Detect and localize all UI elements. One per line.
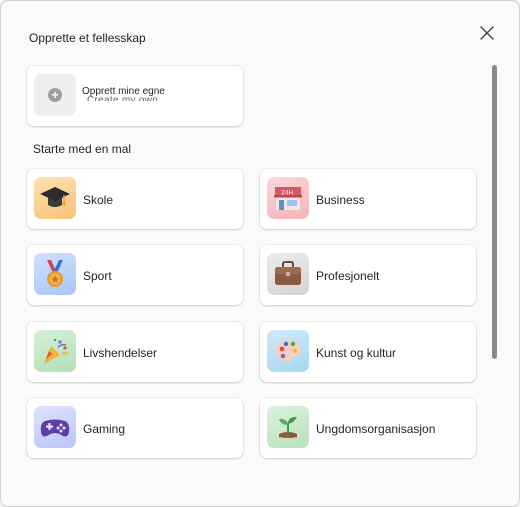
create-own-icon-tile: + — [34, 74, 76, 116]
template-card-youth-org[interactable]: Ungdomsorganisasjon — [260, 398, 476, 458]
template-icon-tile — [34, 253, 76, 295]
scrollbar-thumb[interactable] — [492, 65, 497, 359]
template-card-gaming[interactable]: Gaming — [27, 398, 243, 458]
palette-icon — [275, 339, 301, 363]
template-icon-tile — [267, 253, 309, 295]
template-icon-tile: 24H — [267, 177, 309, 219]
template-label: Profesjonelt — [316, 269, 380, 283]
graduation-cap-icon — [40, 187, 70, 207]
close-icon — [480, 26, 494, 40]
template-icon-tile — [267, 406, 309, 448]
dialog-title: Opprette et fellesskap — [29, 31, 146, 45]
storefront-icon: 24H — [274, 187, 302, 210]
template-label: Kunst og kultur — [316, 346, 397, 360]
templates-section-label: Starte med en mal — [33, 142, 132, 156]
template-label: Livshendelser — [83, 346, 158, 360]
create-own-label: Opprett mine egne — [82, 86, 165, 97]
template-icon-tile — [34, 177, 76, 219]
template-label: Business — [316, 193, 365, 207]
party-popper-icon — [44, 338, 69, 364]
template-label: Ungdomsorganisasjon — [316, 422, 436, 436]
template-card-life-events[interactable]: Livshendelser — [27, 322, 243, 382]
template-icon-tile — [34, 330, 76, 372]
create-own-card[interactable]: + Create my own Opprett mine egne — [27, 66, 243, 126]
template-card-professional[interactable]: Profesjonelt — [260, 245, 476, 305]
template-icon-tile — [267, 330, 309, 372]
template-card-arts-culture[interactable]: Kunst og kultur — [260, 322, 476, 382]
template-label: Gaming — [83, 422, 126, 436]
template-label: Skole — [83, 193, 114, 207]
seedling-icon — [279, 416, 297, 438]
game-controller-icon — [40, 419, 70, 437]
template-icon-tile — [34, 406, 76, 448]
template-card-sport[interactable]: Sport — [27, 245, 243, 305]
template-label: Sport — [83, 269, 112, 283]
close-button[interactable] — [477, 23, 497, 43]
create-community-dialog: Opprette et fellesskap + Create my own O… — [0, 0, 520, 507]
template-card-school[interactable]: Skole — [27, 169, 243, 229]
briefcase-icon — [275, 261, 301, 285]
medal-icon — [47, 260, 63, 287]
plus-circle-icon: + — [48, 88, 62, 102]
template-card-business[interactable]: 24H Business — [260, 169, 476, 229]
